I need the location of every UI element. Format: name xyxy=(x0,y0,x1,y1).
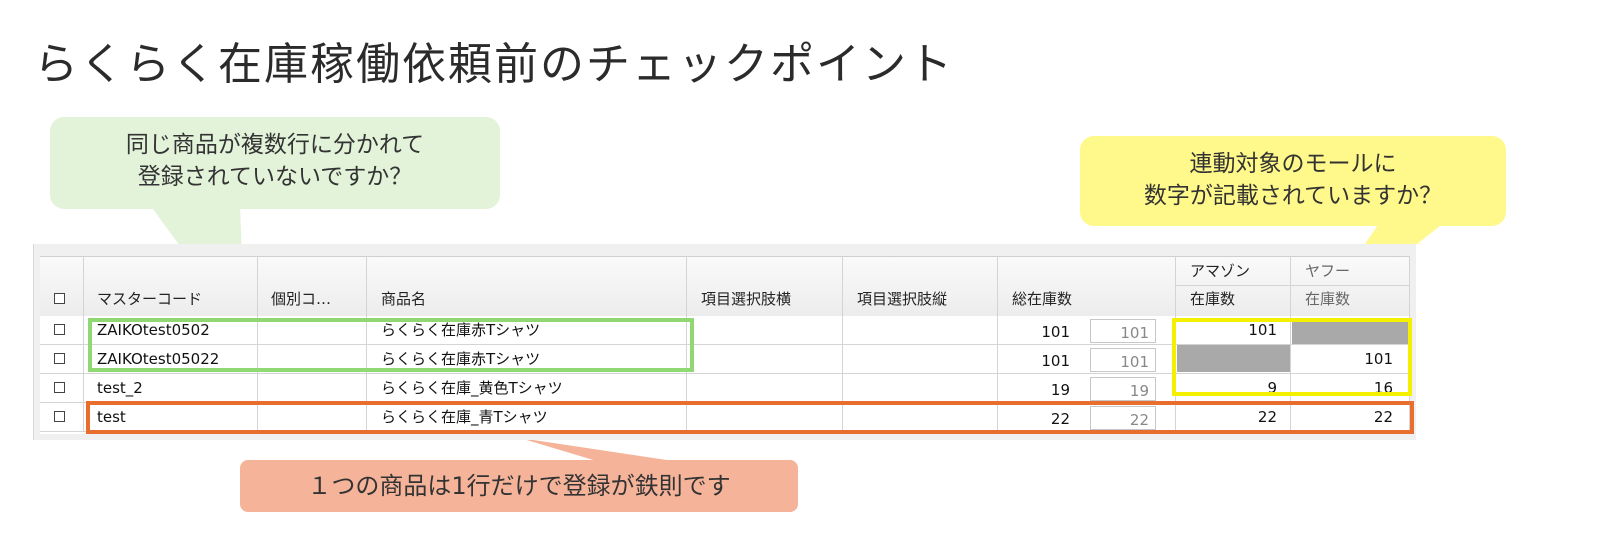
col-group-amazon[interactable]: アマゾン xyxy=(1190,260,1250,281)
single-row-highlight xyxy=(86,401,1414,434)
col-option-horizontal[interactable]: 項目選択肢横 xyxy=(701,288,791,309)
duplicate-rows-highlight xyxy=(88,318,694,372)
col-total-stock[interactable]: 総在庫数 xyxy=(1012,288,1072,309)
col-amazon-stock[interactable]: 在庫数 xyxy=(1190,288,1235,309)
callout-one-row-rule: １つの商品は1行だけで登録が鉄則です xyxy=(240,460,798,512)
cell-master-code: test_2 xyxy=(97,379,143,397)
header-group-divider xyxy=(1175,285,1410,286)
cell-total-stock: 19 xyxy=(1050,381,1070,399)
row-checkbox[interactable] xyxy=(54,353,65,364)
cell-total-stock-input[interactable]: 101 xyxy=(1090,348,1156,372)
cell-total-stock-input[interactable]: 101 xyxy=(1090,319,1156,343)
callout-mall-numbers: 連動対象のモールに 数字が記載されていますか？ xyxy=(1080,136,1506,226)
callout-green-line2: 登録されていないですか？ xyxy=(137,164,413,190)
col-group-yahoo[interactable]: ヤフー xyxy=(1305,260,1350,281)
col-individual-code[interactable]: 個別コ… xyxy=(271,288,331,309)
mall-stock-highlight xyxy=(1172,318,1412,396)
callout-green-line1: 同じ商品が複数行に分かれて xyxy=(125,132,425,158)
col-yahoo-stock[interactable]: 在庫数 xyxy=(1305,288,1350,309)
select-all-checkbox[interactable] xyxy=(54,293,65,304)
col-product-name[interactable]: 商品名 xyxy=(381,288,426,309)
callout-duplicate-rows: 同じ商品が複数行に分かれて 登録されていないですか？ xyxy=(50,117,500,209)
col-option-vertical[interactable]: 項目選択肢縦 xyxy=(857,288,947,309)
cell-total-stock: 101 xyxy=(1041,352,1070,370)
row-checkbox[interactable] xyxy=(54,411,65,422)
cell-total-stock: 101 xyxy=(1041,323,1070,341)
callout-yellow-line2: 数字が記載されていますか？ xyxy=(1143,183,1443,209)
page-title: らくらく在庫稼働依頼前のチェックポイント xyxy=(34,39,954,90)
row-checkbox[interactable] xyxy=(54,324,65,335)
col-master-code[interactable]: マスターコード xyxy=(97,288,202,309)
orange-callout-tail xyxy=(520,438,680,462)
row-checkbox[interactable] xyxy=(54,382,65,393)
callout-yellow-line1: 連動対象のモールに xyxy=(1189,151,1397,177)
cell-total-stock-input[interactable]: 19 xyxy=(1090,377,1156,401)
cell-product-name: らくらく在庫_黄色Tシャツ xyxy=(381,379,563,397)
